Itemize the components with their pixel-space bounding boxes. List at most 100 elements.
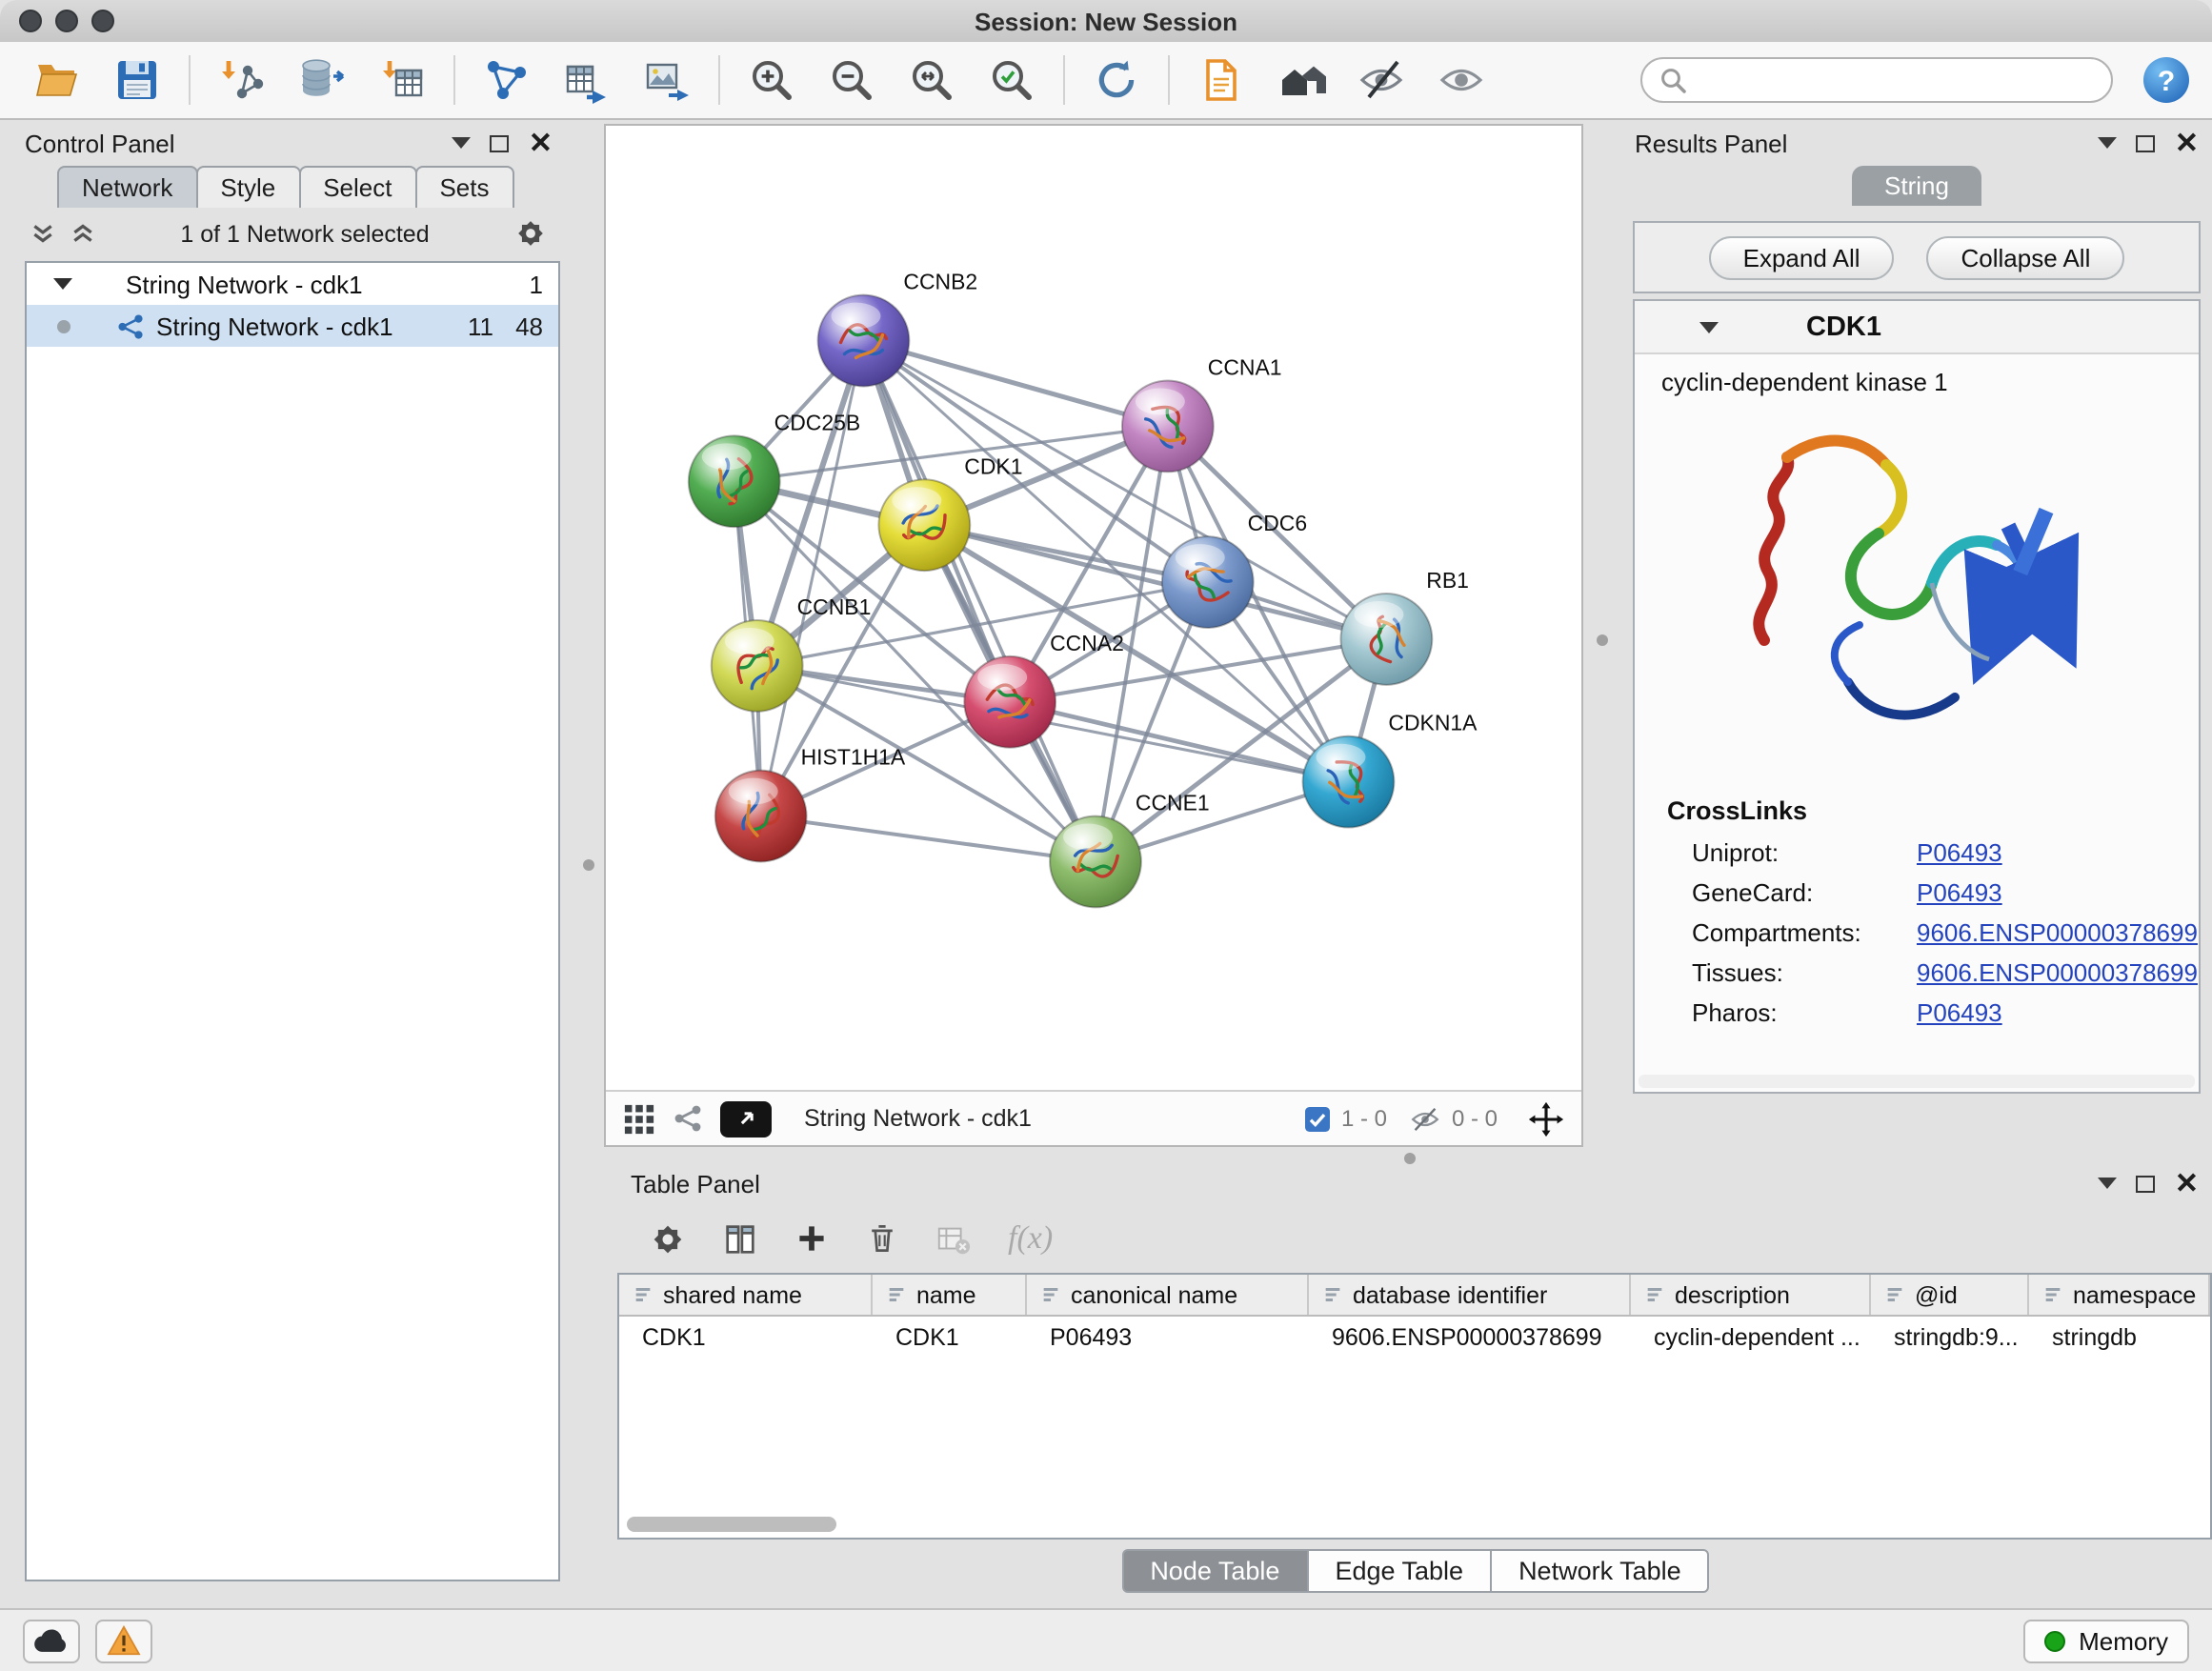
zoom-out-button[interactable] [814, 50, 890, 111]
import-network-from-file-button[interactable] [204, 50, 280, 111]
import-network-from-database-button[interactable] [284, 50, 360, 111]
network-row-selected[interactable]: String Network - cdk1 11 48 [27, 305, 558, 347]
function-builder-button[interactable]: f(x) [1008, 1219, 1053, 1258]
column-header[interactable]: @id [1871, 1275, 2029, 1315]
scrollbar-thumb[interactable] [627, 1517, 836, 1532]
network-node-CDKN1A[interactable]: CDKN1A [1303, 711, 1478, 828]
zoom-fit-button[interactable] [894, 50, 970, 111]
save-session-button[interactable] [99, 50, 175, 111]
column-header[interactable]: name [873, 1275, 1027, 1315]
network-options-gear-icon[interactable] [514, 217, 547, 250]
table-cell[interactable]: CDK1 [619, 1323, 873, 1350]
crosslink-genecard-link[interactable]: P06493 [1917, 878, 2002, 907]
network-node-CCNA1[interactable]: CCNA1 [1122, 354, 1282, 472]
maximize-window-button[interactable] [91, 10, 114, 32]
tab-network[interactable]: Network [57, 166, 197, 208]
create-column-plus-button[interactable] [794, 1221, 829, 1256]
network-edge[interactable] [1010, 702, 1348, 782]
table-cell[interactable]: CDK1 [873, 1323, 1027, 1350]
collapse-panel-icon[interactable] [2099, 1178, 2118, 1189]
open-session-button[interactable] [19, 50, 95, 111]
float-panel-icon[interactable] [2137, 1175, 2156, 1192]
warnings-button[interactable] [95, 1619, 152, 1662]
crosslink-pharos-link[interactable]: P06493 [1917, 998, 2002, 1027]
gene-section-header[interactable]: CDK1 [1635, 301, 2199, 354]
collapse-panel-icon[interactable] [452, 137, 472, 149]
network-node-CCNE1[interactable]: CCNE1 [1050, 791, 1210, 908]
float-panel-icon[interactable] [2137, 134, 2156, 151]
cloud-status-button[interactable] [23, 1619, 80, 1662]
help-button[interactable]: ? [2140, 53, 2193, 107]
zoom-selected-button[interactable] [974, 50, 1050, 111]
memory-button[interactable]: Memory [2023, 1619, 2189, 1662]
refresh-button[interactable] [1078, 50, 1155, 111]
import-table-button[interactable] [364, 50, 440, 111]
show-columns-button[interactable] [722, 1220, 758, 1257]
table-cell[interactable]: 9606.ENSP00000378699 [1309, 1323, 1631, 1350]
network-edge[interactable] [863, 341, 1096, 862]
expand-all-networks-icon[interactable] [30, 221, 55, 246]
selected-nodes-checkbox-icon[interactable] [1305, 1106, 1330, 1131]
table-cell[interactable]: stringdb:9... [1871, 1323, 2029, 1350]
search-input[interactable] [1698, 65, 2094, 95]
column-header[interactable]: description [1631, 1275, 1871, 1315]
table-cell[interactable]: P06493 [1027, 1323, 1309, 1350]
collapse-all-networks-icon[interactable] [70, 221, 95, 246]
table-options-gear-button[interactable] [650, 1220, 686, 1257]
collapse-all-button[interactable]: Collapse All [1927, 235, 2125, 279]
tab-style[interactable]: Style [195, 166, 300, 208]
delete-column-trash-button[interactable] [865, 1221, 899, 1256]
network-node-CCNB2[interactable]: CCNB2 [818, 270, 978, 387]
column-header[interactable]: database identifier [1309, 1275, 1631, 1315]
detach-view-button[interactable] [720, 1100, 772, 1137]
show-graphics-details-button[interactable] [1423, 50, 1499, 111]
close-panel-icon[interactable]: ✕ [2175, 1169, 2199, 1198]
right-splitter-handle[interactable] [1597, 634, 1608, 646]
network-edge[interactable] [761, 816, 1096, 862]
tab-sets[interactable]: Sets [414, 166, 513, 208]
left-splitter-handle[interactable] [583, 859, 594, 871]
tab-node-table[interactable]: Node Table [1121, 1548, 1308, 1592]
column-header[interactable]: shared name [619, 1275, 873, 1315]
crosslink-uniprot-link[interactable]: P06493 [1917, 838, 2002, 867]
collapse-panel-icon[interactable] [2099, 137, 2118, 149]
results-horizontal-scrollbar[interactable] [1639, 1075, 2195, 1088]
tree-expand-icon[interactable] [53, 278, 72, 290]
birds-eye-view-button[interactable] [623, 1102, 655, 1135]
export-image-button[interactable] [629, 50, 705, 111]
column-header[interactable]: canonical name [1027, 1275, 1309, 1315]
hide-graphics-details-button[interactable] [1343, 50, 1419, 111]
close-panel-icon[interactable]: ✕ [529, 129, 553, 157]
network-canvas[interactable]: CCNB2CCNA1CDC25BCDK1CDC6RB1CCNB1CCNA2CDK… [606, 126, 1581, 1090]
table-row[interactable]: CDK1 CDK1 P06493 9606.ENSP00000378699 cy… [619, 1317, 2210, 1357]
crosslink-tissues-link[interactable]: 9606.ENSP00000378699 [1917, 958, 2198, 987]
search-box[interactable] [1640, 57, 2113, 103]
minimize-window-button[interactable] [55, 10, 78, 32]
close-panel-icon[interactable]: ✕ [2175, 129, 2199, 157]
expand-all-button[interactable]: Expand All [1709, 235, 1895, 279]
network-node-HIST1H1A[interactable]: HIST1H1A [715, 745, 906, 862]
network-share-button[interactable] [673, 1103, 703, 1134]
new-network-button[interactable] [469, 50, 545, 111]
close-window-button[interactable] [19, 10, 42, 32]
crosslink-compartments-link[interactable]: 9606.ENSP00000378699 [1917, 918, 2198, 947]
home-networks-button[interactable] [1263, 50, 1339, 111]
clipboard-document-button[interactable] [1183, 50, 1259, 111]
zoom-in-button[interactable] [734, 50, 810, 111]
float-panel-icon[interactable] [491, 134, 510, 151]
hidden-eye-slash-icon[interactable] [1410, 1106, 1440, 1131]
network-node-CDC6[interactable]: CDC6 [1162, 511, 1307, 628]
network-collection-row[interactable]: String Network - cdk1 1 [27, 263, 558, 305]
delete-table-button[interactable] [935, 1220, 972, 1257]
bottom-splitter-handle[interactable] [1404, 1153, 1416, 1164]
tab-network-table[interactable]: Network Table [1490, 1548, 1710, 1592]
results-tab-string[interactable]: String [1852, 166, 1981, 206]
table-horizontal-scrollbar[interactable] [627, 1517, 2202, 1532]
tab-select[interactable]: Select [298, 166, 416, 208]
column-header[interactable]: namespace [2029, 1275, 2210, 1315]
network-node-RB1[interactable]: RB1 [1340, 568, 1468, 685]
network-node-CCNB1[interactable]: CCNB1 [712, 594, 872, 712]
table-cell[interactable]: stringdb [2029, 1323, 2210, 1350]
table-cell[interactable]: cyclin-dependent ... [1631, 1323, 1871, 1350]
gene-collapse-icon[interactable] [1699, 321, 1719, 332]
